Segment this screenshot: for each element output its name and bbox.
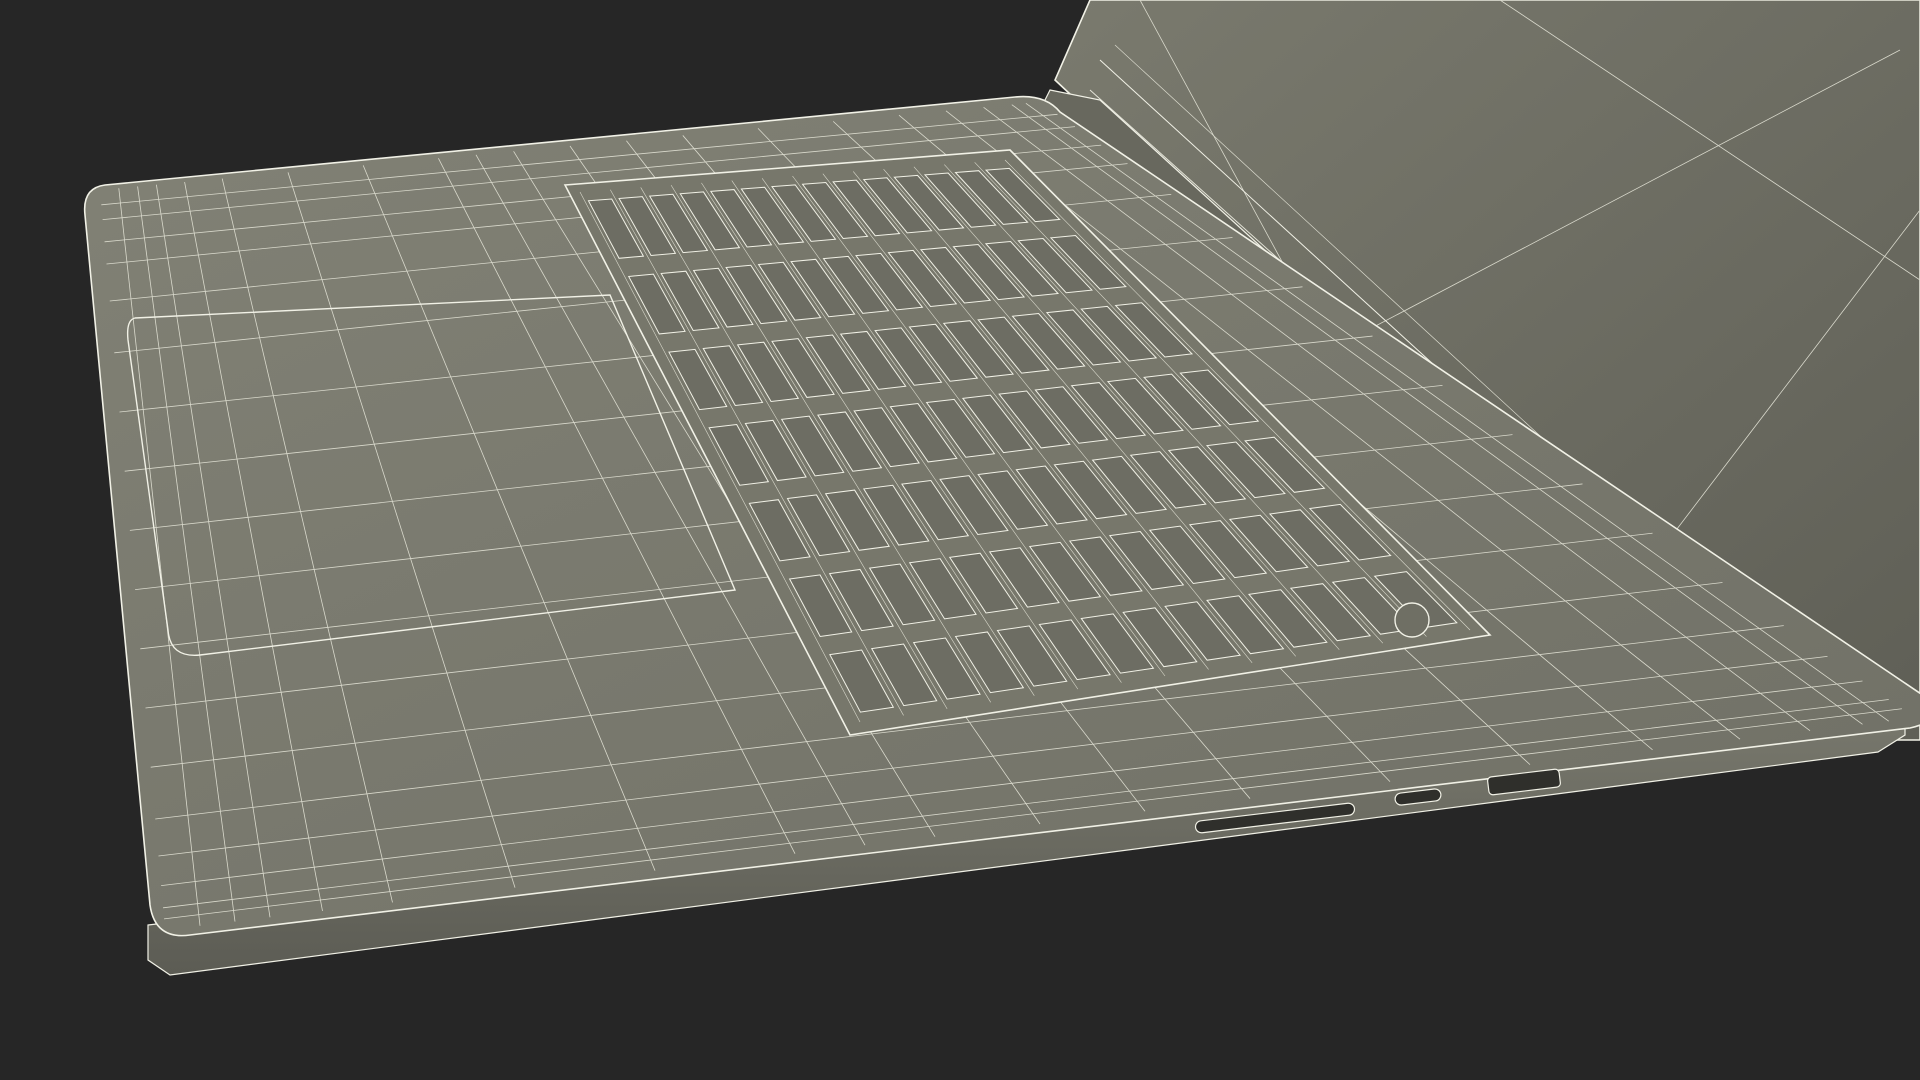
render-viewport [0, 0, 1920, 1080]
power-button [1394, 602, 1430, 638]
laptop-wireframe-scene [83, 0, 1920, 976]
